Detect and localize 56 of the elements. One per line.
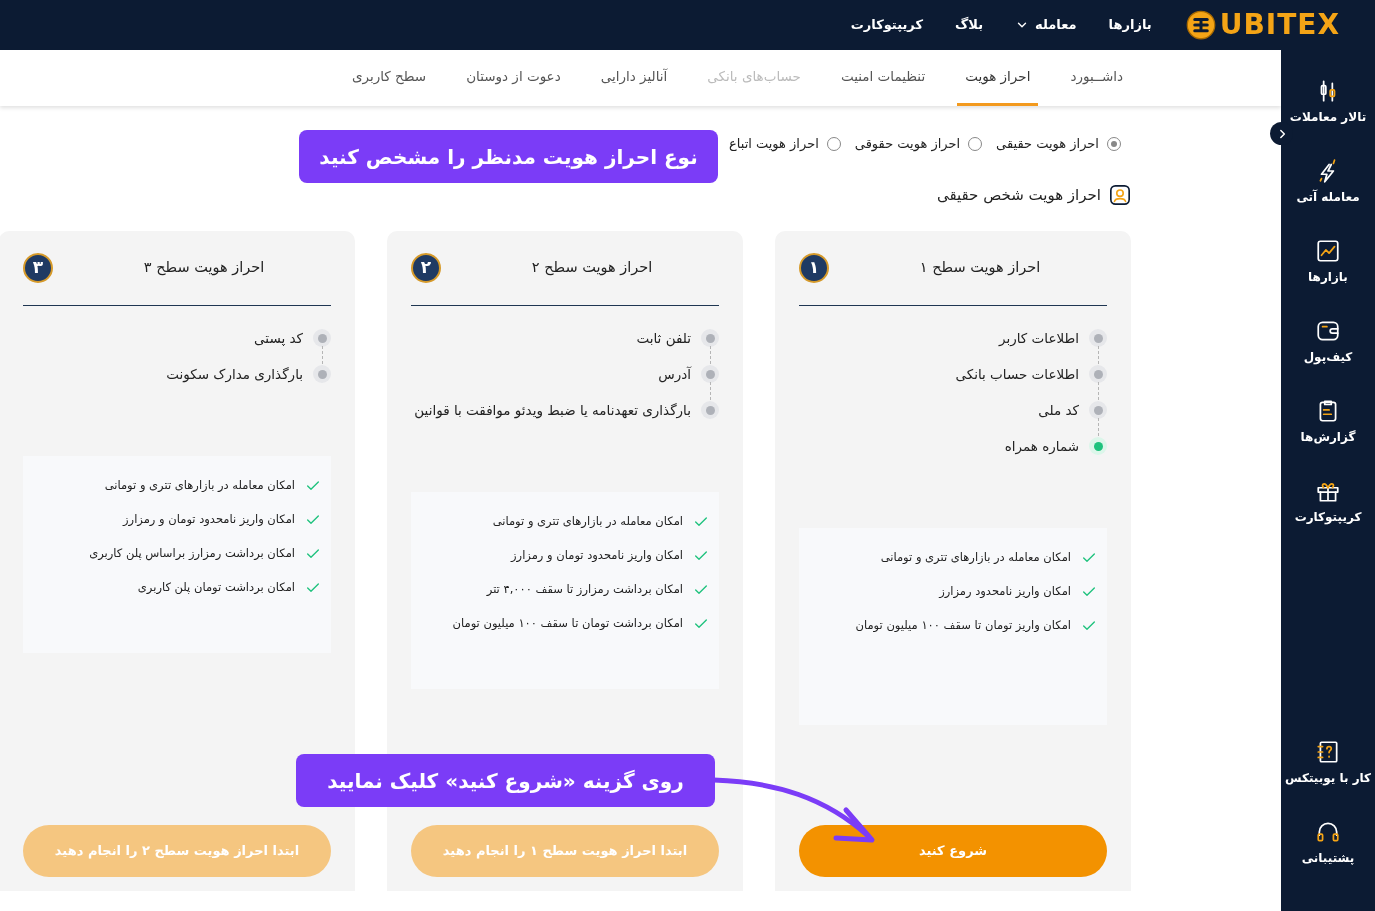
sidebar-label[interactable]: معامله آتی — [1296, 188, 1360, 206]
feature-text: امکان واریز نامحدود تومان و رمزارز — [123, 511, 295, 529]
sidebar-label[interactable]: بازارها — [1308, 268, 1348, 286]
section-title: احراز هویت شخص حقیقی — [936, 184, 1101, 206]
sidebar-label[interactable]: تالار معاملات — [1289, 108, 1367, 126]
feature-text: امکان برداشت رمزارز براساس پلن کاربری — [89, 545, 295, 563]
feature-text: امکان معامله در بازارهای تتری و تومانی — [880, 549, 1071, 567]
tab[interactable]: دعوت از دوستان — [458, 50, 569, 106]
feature-text: امکان برداشت تومان پلن کاربری — [137, 579, 295, 597]
step-label: کد ملی — [1038, 400, 1079, 420]
tab[interactable]: سطح کاربری — [343, 50, 435, 106]
card-title: احراز هویت سطح ۱ — [918, 258, 1042, 278]
tab[interactable]: داشــبورد — [1062, 50, 1131, 106]
wallet-icon[interactable] — [1315, 318, 1341, 344]
feature-text: امکان واریز نامحدود تومان و رمزارز — [511, 547, 683, 565]
feature-text: امکان برداشت تومان تا سقف ۱۰۰ میلیون تومان — [452, 615, 683, 633]
level-number: ۱ — [799, 253, 829, 283]
sidebar-label[interactable]: پشتیبانی — [1301, 849, 1355, 867]
radio-label[interactable]: احراز هویت حقیقی — [996, 134, 1099, 154]
chart-icon[interactable] — [1315, 238, 1341, 264]
guide-book-icon[interactable] — [1315, 739, 1341, 765]
callout-label: نوع احراز هویت مدنظر را مشخص کنید — [299, 130, 718, 183]
feature-text: امکان برداشت رمزارز تا سقف ۴,۰۰۰ تتر — [486, 581, 683, 599]
level-number: ۲ — [411, 253, 441, 283]
feature-text: امکان واریز نامحدود رمزارز — [939, 583, 1071, 601]
step-label: اطلاعات کاربر — [999, 328, 1079, 348]
feature-text: امکان معامله در بازارهای تتری و تومانی — [104, 477, 295, 495]
step-label: تلفن ثابت — [636, 328, 691, 349]
nav-link[interactable]: بازارها — [1092, 15, 1168, 35]
callout-label: روی گزینه «شروع کنید» کلیک نمایید — [296, 754, 715, 807]
tab[interactable]: احراز هویت — [957, 50, 1039, 106]
step-label: بارگذاری تعهدنامه یا ضبط ویدئو موافقت با قوانین — [414, 400, 691, 421]
brand-name: UBITEX — [1219, 11, 1340, 39]
sidebar-label[interactable]: کار با یوبیتکس — [1285, 769, 1372, 787]
radio-label[interactable]: احراز هویت اتباع — [729, 134, 819, 154]
sidebar-label[interactable]: گزارش‌ها — [1300, 428, 1356, 446]
nav-link[interactable]: کریپتوکارت — [834, 15, 939, 35]
feature-text: امکان واریز تومان تا سقف ۱۰۰ میلیون تومان — [855, 617, 1071, 635]
radio-label[interactable]: احراز هویت حقوقی — [854, 134, 961, 154]
sidebar-label[interactable]: کیف‌پول — [1303, 348, 1353, 366]
step-label: کد پستی — [254, 328, 303, 348]
user-icon — [1109, 183, 1131, 206]
nav-link[interactable]: بلاگ — [939, 15, 1000, 35]
step-label: اطلاعات حساب بانکی — [955, 364, 1079, 384]
step-label: بارگذاری مدارک سکونت — [166, 364, 303, 385]
feature-text: امکان معامله در بازارهای تتری و تومانی — [492, 513, 683, 531]
tab[interactable]: آنالیز دارایی — [592, 50, 676, 106]
tab[interactable]: تنظیمات امنیت — [832, 50, 934, 106]
step-label: شماره همراه — [1004, 436, 1079, 457]
nav-link[interactable]: معامله — [999, 15, 1093, 35]
card-title: احراز هویت سطح ۲ — [530, 258, 654, 278]
card-title: احراز هویت سطح ۳ — [142, 258, 266, 278]
step-label: آدرس — [658, 364, 691, 385]
level-number: ۳ — [23, 253, 53, 283]
logo-icon — [1185, 10, 1216, 40]
sidebar-label[interactable]: کریپتوکارت — [1294, 508, 1362, 526]
